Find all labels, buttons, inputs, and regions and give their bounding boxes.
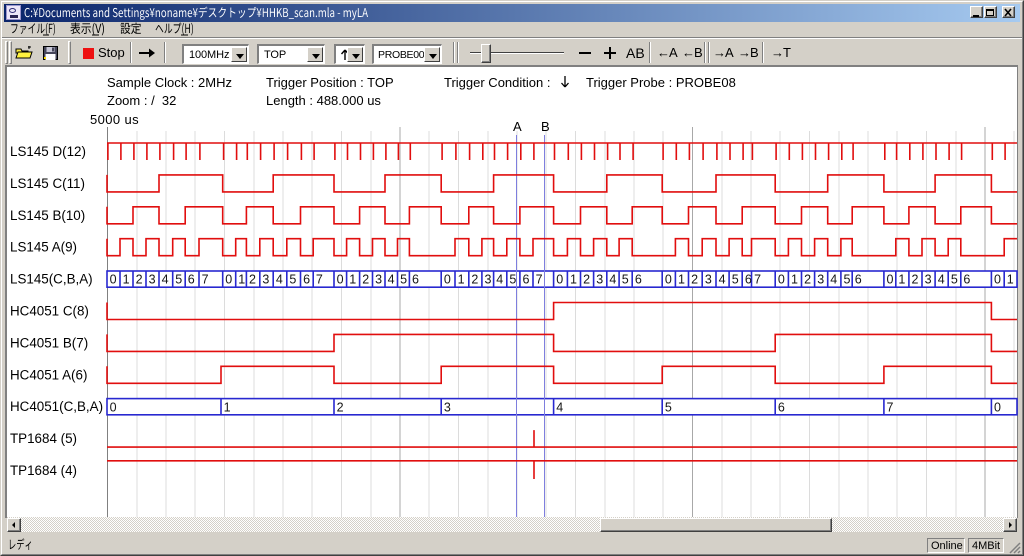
- svg-text:1: 1: [1007, 273, 1014, 287]
- svg-text:5: 5: [400, 273, 407, 287]
- svg-text:1: 1: [349, 273, 356, 287]
- svg-text:3: 3: [375, 273, 382, 287]
- svg-text:5: 5: [844, 273, 851, 287]
- svg-text:1: 1: [791, 273, 798, 287]
- svg-text:5: 5: [732, 273, 739, 287]
- svg-text:2: 2: [912, 273, 919, 287]
- svg-text:2: 2: [691, 273, 698, 287]
- svg-text:4: 4: [556, 400, 563, 414]
- svg-text:2: 2: [249, 273, 256, 287]
- svg-text:0: 0: [778, 273, 785, 287]
- svg-text:2: 2: [804, 273, 811, 287]
- svg-text:2: 2: [362, 273, 369, 287]
- svg-text:3: 3: [149, 273, 156, 287]
- svg-text:5: 5: [951, 273, 958, 287]
- svg-text:5: 5: [665, 400, 672, 414]
- svg-text:1: 1: [224, 400, 231, 414]
- svg-text:3: 3: [262, 273, 269, 287]
- svg-text:6: 6: [778, 400, 785, 414]
- svg-text:4: 4: [276, 273, 283, 287]
- svg-text:3: 3: [817, 273, 824, 287]
- svg-text:6: 6: [523, 273, 530, 287]
- svg-text:6: 6: [412, 273, 419, 287]
- svg-text:4: 4: [388, 273, 395, 287]
- svg-text:7: 7: [536, 273, 543, 287]
- svg-text:6: 6: [303, 273, 310, 287]
- svg-text:7: 7: [887, 400, 894, 414]
- svg-text:7: 7: [754, 273, 761, 287]
- svg-text:0: 0: [665, 273, 672, 287]
- svg-text:1: 1: [123, 273, 130, 287]
- svg-text:1: 1: [238, 273, 245, 287]
- svg-text:0: 0: [444, 273, 451, 287]
- svg-text:0: 0: [887, 273, 894, 287]
- svg-text:1: 1: [570, 273, 577, 287]
- svg-text:4: 4: [938, 273, 945, 287]
- svg-text:2: 2: [136, 273, 143, 287]
- svg-text:4: 4: [609, 273, 616, 287]
- svg-text:3: 3: [925, 273, 932, 287]
- svg-text:2: 2: [337, 400, 344, 414]
- svg-text:5: 5: [289, 273, 296, 287]
- svg-text:0: 0: [556, 273, 563, 287]
- svg-text:2: 2: [471, 273, 478, 287]
- svg-text:3: 3: [705, 273, 712, 287]
- svg-text:6: 6: [745, 273, 752, 287]
- svg-text:3: 3: [444, 400, 451, 414]
- svg-text:3: 3: [596, 273, 603, 287]
- svg-text:4: 4: [496, 273, 503, 287]
- svg-text:0: 0: [337, 273, 344, 287]
- svg-text:5: 5: [175, 273, 182, 287]
- svg-text:0: 0: [225, 273, 232, 287]
- svg-text:0: 0: [994, 400, 1001, 414]
- svg-text:0: 0: [994, 273, 1001, 287]
- svg-text:7: 7: [316, 273, 323, 287]
- svg-text:5: 5: [622, 273, 629, 287]
- svg-text:7: 7: [202, 273, 209, 287]
- svg-text:6: 6: [188, 273, 195, 287]
- svg-text:3: 3: [485, 273, 492, 287]
- svg-text:5: 5: [509, 273, 516, 287]
- svg-text:4: 4: [830, 273, 837, 287]
- svg-text:2: 2: [583, 273, 590, 287]
- svg-text:1: 1: [898, 273, 905, 287]
- svg-text:4: 4: [162, 273, 169, 287]
- svg-text:1: 1: [678, 273, 685, 287]
- svg-text:6: 6: [855, 273, 862, 287]
- svg-text:6: 6: [963, 273, 970, 287]
- svg-text:1: 1: [458, 273, 465, 287]
- svg-text:4: 4: [719, 273, 726, 287]
- svg-text:6: 6: [635, 273, 642, 287]
